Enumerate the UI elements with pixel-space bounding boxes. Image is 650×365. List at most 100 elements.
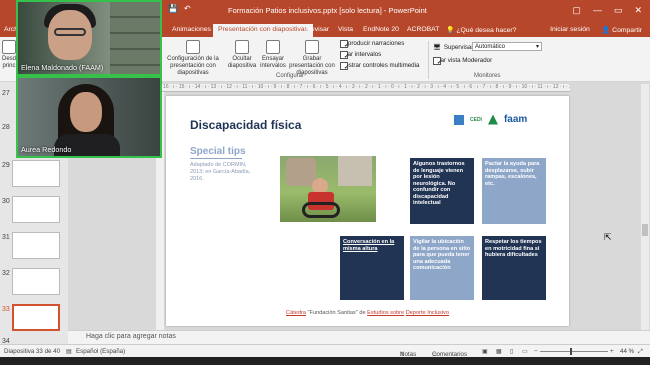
checkbox-media-controls-box: ✓ (340, 61, 349, 71)
quick-access-toolbar: 💾 ↶ (168, 4, 191, 13)
participant-video-top[interactable]: Elena Maldonado (FAAM) (16, 0, 162, 76)
lightbulb-icon: 💡 (446, 27, 455, 34)
user-icon: 👤 (601, 27, 611, 34)
group-label-configure: Configurar (276, 73, 305, 79)
slide-thumbnail[interactable] (12, 196, 60, 223)
slide-reference[interactable]: Adaptado de CORMIN, 2013; en García-Abad… (190, 162, 260, 183)
slide-number-selected: 33 (2, 306, 10, 313)
slide-number: 28 (2, 124, 10, 131)
spellcheck-icon[interactable]: ▤ (66, 348, 72, 355)
slide-number: 32 (2, 270, 10, 277)
slide-number: 29 (2, 162, 10, 169)
zoom-in-icon[interactable]: + (610, 348, 614, 355)
notes-placeholder: Haga clic para agregar notas (86, 333, 176, 340)
slideshow-view-icon[interactable]: ▭ (522, 348, 528, 355)
tab-revisar[interactable]: Revisar (306, 26, 329, 33)
normal-view-icon[interactable]: ▣ (482, 348, 488, 355)
slide-footer[interactable]: Cátedra "Fundación Sanitas" de Estudios … (166, 310, 569, 316)
photo-background (338, 156, 372, 186)
record-slideshow-button[interactable]: Grabar presentación con diapositivas (288, 40, 336, 77)
footer-mid: "Fundación Sanitas" de (305, 310, 368, 316)
wheelchair-child-photo[interactable] (280, 156, 376, 222)
video-background (110, 2, 160, 74)
slide-subtitle[interactable]: Special tips (190, 146, 246, 157)
horizontal-ruler: · 16 · ı · 15 · ı · 14 · ı · 13 · ı · 12… (160, 84, 570, 92)
window-title: Formación Patios inclusivos.pptx [solo l… (228, 6, 427, 15)
slide-thumbnail[interactable] (12, 232, 60, 259)
tab-endnote[interactable]: EndNote 20 (363, 26, 399, 33)
checkbox-narrations-label: Reproducir narraciones (340, 40, 405, 47)
hide-slide-icon (235, 40, 249, 54)
scrollbar-thumb[interactable] (642, 224, 648, 236)
monitor-selector[interactable]: 🖥 Supervisar: (433, 43, 476, 52)
participant-video-bottom[interactable]: Aurea Redondo (16, 76, 162, 158)
vertical-scrollbar[interactable] (641, 84, 649, 342)
tab-presentacion[interactable]: Presentación con diapositivas (213, 24, 313, 37)
maximize-button[interactable]: ▭ (614, 5, 623, 16)
participant-face (70, 92, 102, 132)
tab-vista[interactable]: Vista (338, 26, 353, 33)
minimize-button[interactable]: — (593, 5, 602, 16)
play-icon (2, 40, 16, 54)
slide-number: 31 (2, 234, 10, 241)
zoom-slider[interactable] (540, 351, 608, 352)
tip-box[interactable]: Respetar los tiempos en motricidad fina … (482, 236, 546, 300)
rehearse-timings-button[interactable]: Ensayar intervalos (259, 40, 287, 70)
slide-counter: Diapositiva 33 de 40 (4, 348, 61, 355)
monitor-label: Supervisar: (443, 43, 476, 51)
ribbon-display-button[interactable]: ▢ (572, 5, 581, 16)
tell-me-search[interactable]: 💡 ¿Qué desea hacer? (446, 26, 516, 34)
slide-thumbnail[interactable] (12, 268, 60, 295)
zoom-slider-handle[interactable] (570, 348, 572, 355)
tip-box[interactable]: Vigilar la ubicación de la persona en si… (410, 236, 474, 300)
participant-name: Elena Maldonado (FAAM) (21, 63, 104, 72)
checkbox-timings-box: ✓ (340, 50, 349, 60)
photo-background (286, 158, 316, 186)
sign-in-link[interactable]: Iniciar sesión (550, 26, 590, 34)
tip-box[interactable]: Pactar la ayuda para desplazarse, subir … (482, 158, 546, 224)
fit-slide-icon[interactable]: ⤢ (638, 348, 643, 356)
setup-slideshow-label: Configuración de la presentación con dia… (167, 56, 219, 76)
from-beginning-button[interactable]: Desd princ (2, 40, 16, 70)
share-button[interactable]: 👤 Compartir (602, 26, 642, 34)
monitor-dropdown[interactable]: Automático ▾ (472, 42, 542, 51)
save-icon[interactable]: 💾 (168, 4, 178, 13)
checkbox-media-controls-label: Mostrar controles multimedia (340, 62, 420, 69)
sorter-view-icon[interactable]: ▦ (496, 348, 502, 355)
slide-title[interactable]: Discapacidad física (190, 118, 301, 132)
tab-acrobat[interactable]: ACROBAT (407, 26, 439, 33)
checkbox-presenter-view[interactable]: ✓ Usar vista Moderador (433, 56, 492, 66)
zoom-level[interactable]: 44 % (620, 348, 634, 355)
tip-box[interactable]: Conversación en la misma altura (340, 236, 404, 300)
logo-icon (454, 114, 464, 125)
slide-thumbnail-selected[interactable] (12, 304, 60, 331)
zoom-out-icon[interactable]: − (534, 348, 538, 355)
from-beginning-label-2: princ (2, 63, 16, 69)
reading-view-icon[interactable]: ▯ (510, 348, 513, 355)
setup-slideshow-button[interactable]: Configuración de la presentación con dia… (160, 40, 226, 77)
current-slide[interactable]: Discapacidad física CEDI faam Special ti… (166, 96, 569, 326)
rehearse-timings-label: Ensayar intervalos (260, 56, 286, 69)
undo-icon[interactable]: ↶ (184, 4, 191, 13)
participant-name: Aurea Redondo (21, 145, 72, 154)
checkbox-media-controls[interactable]: ✓ Mostrar controles multimedia (340, 61, 420, 71)
photo-wheelchair (302, 202, 340, 218)
tab-animaciones[interactable]: Animaciones (172, 26, 211, 33)
tip-box[interactable]: Algunos trastornos de lenguaje vienen po… (410, 158, 474, 224)
tell-me-label: ¿Qué desea hacer? (456, 27, 517, 34)
mouse-cursor-icon: ⇱ (604, 232, 612, 242)
checkbox-narrations[interactable]: ✓ Reproducir narraciones (340, 39, 405, 49)
checkbox-timings[interactable]: ✓ Usar intervalos (340, 50, 381, 60)
monitor-icon: 🖥 (433, 44, 441, 51)
monitor-dropdown-value: Automático (475, 44, 506, 50)
participant-glasses (54, 28, 86, 36)
close-button[interactable]: ✕ (634, 5, 642, 16)
bottom-strip (0, 357, 650, 365)
notes-pane[interactable]: Haga clic para agregar notas (68, 330, 650, 344)
stopwatch-icon (266, 40, 280, 54)
junta-andalucia-logo-icon (487, 114, 498, 125)
logo-cedi: CEDI (470, 116, 482, 123)
language-indicator[interactable]: Español (España) (76, 348, 125, 355)
slide-thumbnail[interactable] (12, 160, 60, 187)
hide-slide-button[interactable]: Ocultar diapositiva (226, 40, 258, 70)
